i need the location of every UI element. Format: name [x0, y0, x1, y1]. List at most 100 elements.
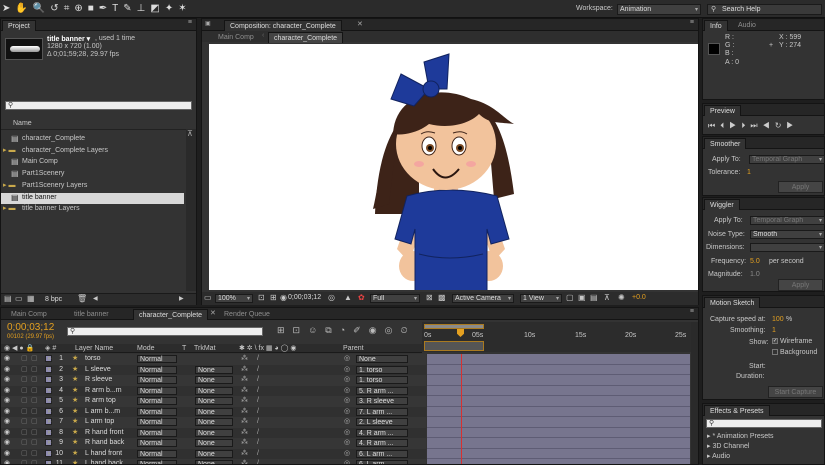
loop-icon[interactable]: ↻: [775, 121, 787, 130]
item-name[interactable]: title banner ▾: [47, 35, 90, 43]
graph-editor-icon[interactable]: ◎: [385, 325, 401, 335]
lock-icon[interactable]: ▢: [31, 365, 38, 375]
subtab-main-comp[interactable]: Main Comp: [213, 32, 259, 43]
first-frame-icon[interactable]: ⏮: [708, 121, 720, 130]
selection-tool-icon[interactable]: ➤: [2, 3, 15, 14]
layer-duration-bar[interactable]: [427, 417, 690, 428]
new-comp-icon[interactable]: ▦: [27, 294, 35, 303]
visibility-eye-icon[interactable]: ◉: [4, 438, 10, 448]
solo-icon[interactable]: ▢: [21, 459, 28, 464]
fast-previews-icon[interactable]: ▣: [578, 293, 586, 302]
smoother-apply-button[interactable]: Apply: [778, 181, 823, 193]
prev-frame-icon[interactable]: ⏴: [720, 121, 729, 130]
resolution-select[interactable]: Full: [370, 294, 420, 303]
lock-icon[interactable]: ▢: [31, 449, 38, 459]
tab-character-complete[interactable]: character_Complete: [133, 309, 209, 320]
visibility-eye-icon[interactable]: ◉: [4, 428, 10, 438]
visibility-eye-icon[interactable]: ◉: [4, 365, 10, 375]
pickwhip-icon[interactable]: ◎: [344, 428, 350, 438]
solo-icon[interactable]: ▢: [21, 428, 28, 438]
lock-icon[interactable]: ▢: [31, 375, 38, 385]
hand-tool-icon[interactable]: ✋: [15, 3, 32, 14]
layer-name[interactable]: R sleeve: [85, 375, 112, 385]
layer-duration-bar[interactable]: [427, 438, 690, 449]
parent-select[interactable]: 1. torso: [356, 376, 408, 384]
parent-select[interactable]: None: [356, 355, 408, 363]
lock-icon[interactable]: ▣: [205, 20, 211, 27]
pickwhip-icon[interactable]: ◎: [344, 449, 350, 459]
switch-shy-icon[interactable]: ⁂: [241, 354, 248, 364]
tab-main-comp[interactable]: Main Comp: [6, 309, 52, 320]
switch-shy-icon[interactable]: ⁂: [241, 375, 248, 385]
safe-zones-icon[interactable]: ⊡: [258, 293, 265, 302]
solo-icon[interactable]: ▢: [21, 449, 28, 459]
close-icon[interactable]: ✕: [210, 309, 216, 317]
trkmat-select[interactable]: None: [195, 407, 233, 416]
tab-info[interactable]: Info: [704, 20, 728, 31]
pan-behind-tool-icon[interactable]: ⊕: [74, 3, 87, 14]
comp-timecode[interactable]: 0;00;03;12: [288, 294, 321, 301]
eraser-tool-icon[interactable]: ◩: [150, 3, 164, 14]
mode-select[interactable]: Normal: [137, 449, 177, 458]
layer-duration-bar[interactable]: [427, 385, 690, 396]
background-checkbox[interactable]: Background: [772, 349, 817, 356]
solo-icon[interactable]: ▢: [21, 354, 28, 364]
tab-effects-presets[interactable]: Effects & Presets: [704, 405, 770, 416]
pickwhip-icon[interactable]: ◎: [344, 365, 350, 375]
visibility-eye-icon[interactable]: ◉: [4, 459, 10, 464]
t-header[interactable]: T: [182, 345, 186, 352]
parent-select[interactable]: 3. R sleeve: [356, 397, 408, 405]
search-help-field[interactable]: ⚲ Search Help: [707, 4, 822, 15]
layer-row[interactable]: ◉ ▢ ▢ ▸ 6 ★ L arm b...m Normal None ⁂ / ◎ 7. L arm .…: [1, 406, 426, 417]
expand-triangle-icon[interactable]: ▸: [48, 438, 52, 448]
layer-row[interactable]: ◉ ▢ ▢ ▸ 2 ★ L sleeve Normal None ⁂ / ◎ 1. torso: [1, 364, 426, 375]
mode-select[interactable]: Normal: [137, 460, 177, 464]
trkmat-select[interactable]: None: [195, 365, 233, 374]
trkmat-select[interactable]: None: [195, 397, 233, 405]
switch-shy-icon[interactable]: ⁂: [241, 396, 248, 406]
tab-project[interactable]: Project: [2, 20, 36, 31]
last-frame-icon[interactable]: ⏭: [750, 121, 762, 130]
project-item[interactable]: ▤ title banner: [1, 192, 184, 204]
trkmat-select[interactable]: None: [195, 418, 233, 426]
parent-select[interactable]: 4. R arm ...: [356, 439, 408, 447]
expand-triangle-icon[interactable]: ▸: [48, 417, 52, 427]
frame-blend-icon[interactable]: ⧉: [325, 325, 339, 335]
project-item[interactable]: ▤ Main Comp: [1, 157, 184, 168]
brush-tool-icon[interactable]: ✎: [123, 3, 136, 14]
scroll-right-icon[interactable]: ▶: [179, 295, 184, 302]
pickwhip-icon[interactable]: ◎: [344, 375, 350, 385]
visibility-eye-icon[interactable]: ◉: [4, 354, 10, 364]
composition-viewer[interactable]: [209, 44, 698, 290]
switch-shy-icon[interactable]: ⁂: [241, 438, 248, 448]
solo-icon[interactable]: ▢: [21, 375, 28, 385]
shy-icon[interactable]: ☺: [308, 325, 325, 335]
camera-tool-icon[interactable]: ⌗: [64, 3, 75, 14]
switch-shy-icon[interactable]: ⁂: [241, 407, 248, 417]
timeline-scrollbar[interactable]: [691, 322, 698, 464]
timeline-icon[interactable]: ▤: [590, 293, 598, 302]
lock-icon[interactable]: ▢: [31, 417, 38, 427]
wiggler-apply-button[interactable]: Apply: [778, 279, 823, 291]
visibility-eye-icon[interactable]: ◉: [4, 407, 10, 417]
parent-select[interactable]: 2. L sleeve: [356, 418, 408, 426]
layer-row[interactable]: ◉ ▢ ▢ ▸ 1 ★ torso Normal ⁂ / ◎ None: [1, 354, 426, 365]
toggle-pixel-aspect-icon[interactable]: ▢: [566, 293, 574, 302]
layer-row[interactable]: ◉ ▢ ▢ ▸ 5 ★ R arm top Normal None ⁂ / ◎ 3. R sleeve: [1, 396, 426, 407]
switch-shy-icon[interactable]: ⁂: [241, 428, 248, 438]
pickwhip-icon[interactable]: ◎: [344, 438, 350, 448]
camera-select[interactable]: Active Camera: [452, 294, 514, 303]
layer-row[interactable]: ◉ ▢ ▢ ▸ 7 ★ L arm top Normal None ⁂ / ◎ 2. L sleeve: [1, 417, 426, 428]
trkmat-select[interactable]: None: [195, 386, 233, 395]
layer-name[interactable]: torso: [85, 354, 101, 364]
expand-triangle-icon[interactable]: ▸: [48, 386, 52, 396]
visibility-eye-icon[interactable]: ◉: [4, 375, 10, 385]
zoom-tool-icon[interactable]: 🔍: [33, 3, 50, 14]
snapshot-camera-icon[interactable]: ◉: [280, 293, 287, 302]
layer-row[interactable]: ◉ ▢ ▢ ▸ 3 ★ R sleeve Normal None ⁂ / ◎ 1. torso: [1, 375, 426, 386]
visibility-eye-icon[interactable]: ◉: [4, 386, 10, 396]
expand-triangle-icon[interactable]: ▸: [48, 459, 52, 464]
switch-shy-icon[interactable]: ⁂: [241, 459, 248, 464]
lock-icon[interactable]: ▢: [31, 459, 38, 464]
layer-name[interactable]: L hand back: [85, 459, 123, 464]
